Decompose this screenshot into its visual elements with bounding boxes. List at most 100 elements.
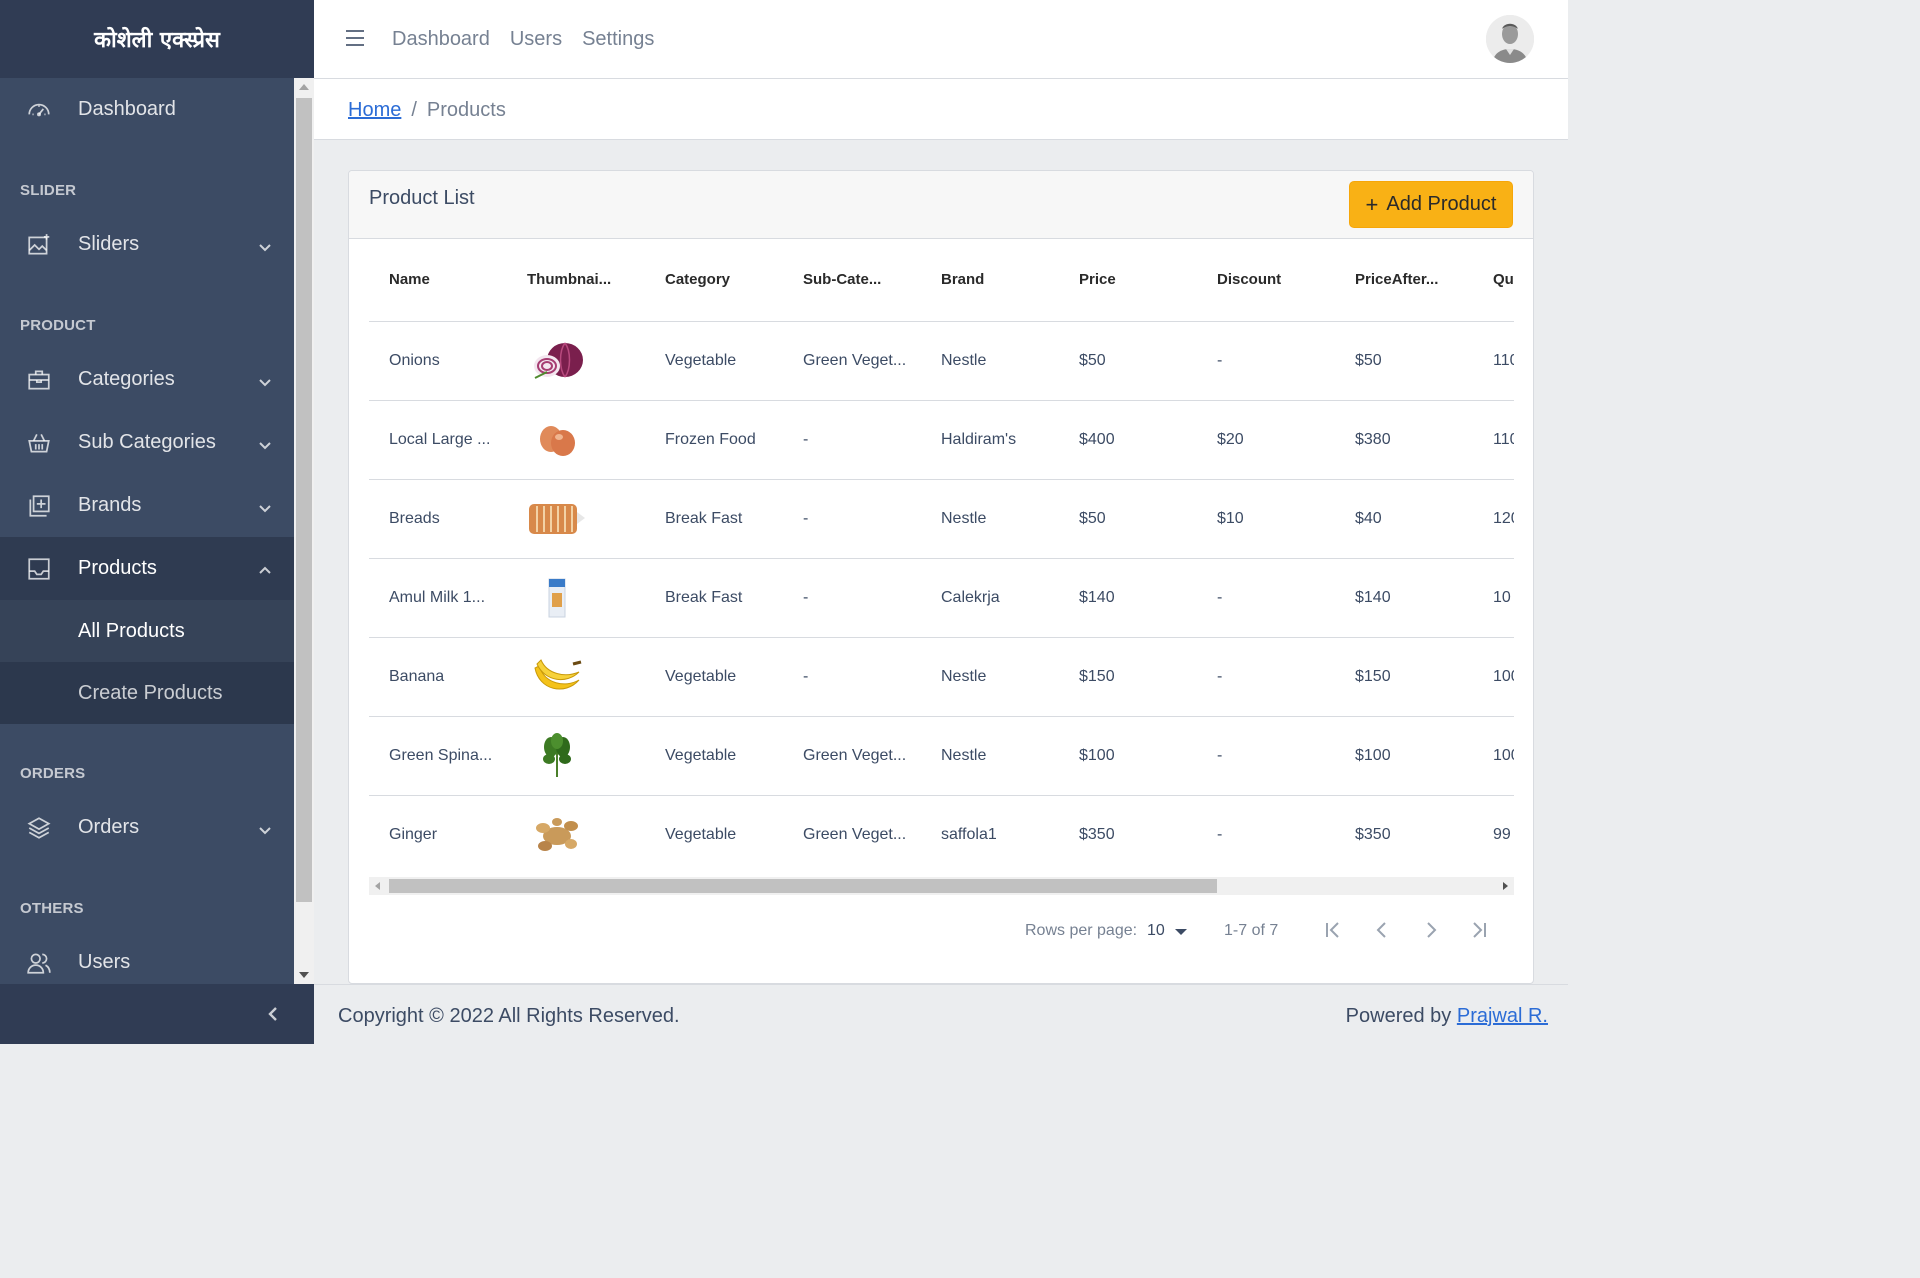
products-submenu: All Products Create Products [0,600,294,724]
copyright-text: Copyright © 2022 All Rights Reserved. [338,1005,680,1027]
cell-sub-category: - [783,558,921,638]
cell-quantity: 99 [1493,825,1511,843]
column-header-price[interactable]: Price [1059,239,1197,322]
add-product-button[interactable]: + Add Product [1349,181,1513,228]
scrollbar-thumb[interactable] [389,879,1217,893]
column-header-thumbnail[interactable]: Thumbnai... [507,239,645,322]
sidebar-item-categories[interactable]: Categories [0,348,294,411]
sidebar-item-all-products[interactable]: All Products [0,600,294,662]
cell-price-after: $40 [1335,479,1473,559]
sidebar-item-users[interactable]: Users [0,931,294,984]
cell-category: Frozen Food [645,400,783,480]
ginger-thumbnail [527,810,587,860]
cell-quantity: 10 [1473,558,1514,638]
last-page-button[interactable] [1467,918,1491,942]
card-header: Product List + Add Product [349,171,1533,239]
cell-discount: $10 [1197,479,1335,559]
table-header-row: Name Thumbnai... Category Sub-Cate... Br… [369,239,1514,322]
sidebar-minimize-button[interactable] [0,984,314,1044]
table-row[interactable]: Local Large ... Frozen Food - Haldiram's… [369,400,1514,480]
avatar[interactable] [1486,15,1534,63]
scroll-left-icon[interactable] [375,882,380,890]
sidebar-scrollbar[interactable] [294,78,314,984]
scroll-down-icon[interactable] [299,972,309,978]
scroll-right-icon[interactable] [1503,882,1508,890]
header-link-settings[interactable]: Settings [582,28,654,51]
cell-price-after: $50 [1335,321,1473,401]
cell-sub-category: Green Veget... [783,716,921,796]
cell-category: Vegetable [645,716,783,796]
chevron-down-icon [258,435,272,450]
sidebar-item-products[interactable]: Products [0,537,294,600]
sidebar-item-dashboard[interactable]: Dashboard [0,78,294,141]
caret-down-icon[interactable] [1175,929,1187,935]
breadcrumb: Home / Products [348,99,506,122]
first-page-icon [1326,922,1339,938]
first-page-button[interactable] [1321,918,1345,942]
scroll-up-icon[interactable] [299,84,309,90]
section-title-orders: ORDERS [20,765,86,782]
chevron-left-icon [1376,922,1386,938]
sidebar-item-sliders[interactable]: Sliders [0,213,294,276]
breadcrumb-home-link[interactable]: Home [348,99,401,122]
powered-by-label: Powered by [1345,1005,1452,1027]
last-page-icon [1473,922,1486,938]
column-header-category[interactable]: Category [645,239,783,322]
cell-price: $400 [1059,400,1197,480]
sidebar-item-brands[interactable]: Brands [0,474,294,537]
breadcrumb-current: Products [426,99,506,121]
column-header-brand[interactable]: Brand [921,239,1059,322]
cell-thumbnail [507,795,645,874]
rows-per-page-label: Rows per page: [1025,922,1138,939]
header-nav: Dashboard Users Settings [392,28,654,51]
cell-quantity: 120 [1473,479,1514,559]
card-title: Product List [369,187,475,209]
cell-price: $350 [1079,825,1115,843]
column-header-sub-category[interactable]: Sub-Cate... [783,239,921,322]
table-row[interactable]: Onions Vegetable Green Veget... Nestle $… [369,321,1514,401]
rows-per-page-select[interactable]: 10 [1147,922,1165,940]
table-horizontal-scrollbar[interactable] [369,877,1514,895]
brand-logo[interactable]: कोशेली एक्स्प्रेस [0,0,314,78]
cell-category: Vegetable [645,637,783,717]
table-row[interactable]: Breads Break Fast - Nestle $50 $10 $40 1… [369,479,1514,559]
chevron-left-icon [268,1007,277,1021]
cell-discount: - [1217,825,1223,843]
previous-page-button[interactable] [1370,918,1394,942]
table-row[interactable]: Banana Vegetable - Nestle $150 - $150 10… [369,637,1514,717]
chevron-up-icon [258,561,272,575]
cell-name: Breads [369,479,507,559]
powered-by: Powered by Prajwal R. [1346,1005,1548,1028]
sidebar-item-label: Products [78,557,157,579]
cell-sub-category: - [783,479,921,559]
cell-discount: - [1197,558,1335,638]
chevron-right-icon [1427,922,1437,938]
table-row[interactable]: Amul Milk 1... Break Fast - Calekrja $14… [369,558,1514,638]
cell-name: Onions [369,321,507,401]
column-header-price-after[interactable]: PriceAfter... [1335,239,1473,322]
sidebar-item-label: Sub Categories [78,431,216,453]
column-header-discount[interactable]: Discount [1197,239,1335,322]
inbox-icon [26,556,52,582]
cell-thumbnail [507,637,645,717]
cell-name: Amul Milk 1... [369,558,507,638]
sidebar-item-orders[interactable]: Orders [0,796,294,859]
next-page-button[interactable] [1419,918,1443,942]
cell-category: Break Fast [645,558,783,638]
breadcrumb-separator: / [411,99,417,121]
scrollbar-thumb[interactable] [296,98,312,902]
cell-price: $50 [1059,479,1197,559]
column-header-quantity[interactable]: Qu [1473,239,1514,322]
sidebar-item-create-products[interactable]: Create Products [0,662,294,724]
column-header-name[interactable]: Name [369,239,507,322]
sidebar-item-sub-categories[interactable]: Sub Categories [0,411,294,474]
chevron-down-icon [258,237,272,252]
header-link-users[interactable]: Users [510,28,562,51]
briefcase-icon [26,367,52,393]
cell-price-after: $150 [1335,637,1473,717]
table-row[interactable]: Ginger Vegetable Green Veget... saffola1… [369,795,1514,874]
menu-toggle-icon[interactable] [346,30,364,46]
table-row[interactable]: Green Spina... Vegetable Green Veget... … [369,716,1514,796]
header-link-dashboard[interactable]: Dashboard [392,28,490,51]
author-link[interactable]: Prajwal R. [1457,1005,1548,1027]
